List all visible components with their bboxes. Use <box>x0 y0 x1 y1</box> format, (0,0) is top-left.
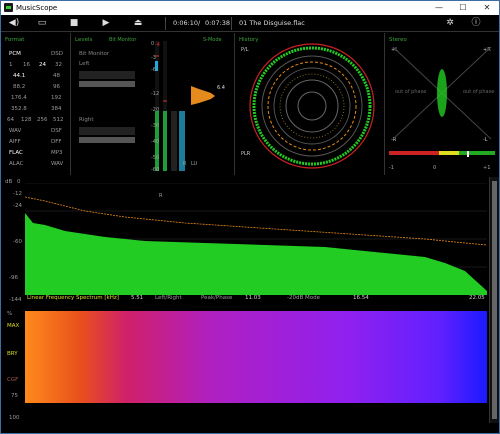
levels-title: Levels <box>75 37 93 43</box>
info-icon[interactable]: ⓘ <box>469 17 483 30</box>
stereo-panel: Stereo +L +R -R -L out of phase out of p… <box>389 37 495 171</box>
pcm-label: PCM <box>9 51 21 57</box>
spectrogram-chart <box>25 311 487 403</box>
minimize-button[interactable]: — <box>427 1 451 15</box>
app-window: MusicScope — ☐ ✕ ◀) ▭ ■ ▶ ⏏ 0:06:10 / 0:… <box>0 0 500 434</box>
spectrogram-panel: % MAX BRY CGF 75 100 <box>1 309 489 421</box>
bit-monitor <box>79 71 135 143</box>
phase-meter <box>389 151 495 157</box>
scrollbar-thumb[interactable] <box>492 181 497 419</box>
stop-icon[interactable]: ■ <box>67 17 81 30</box>
app-icon <box>4 3 13 12</box>
eject-icon[interactable]: ⏏ <box>131 17 145 30</box>
level-scale: 0 -3 -6 -12 -20 -30 -40 -50 -60 <box>151 41 160 173</box>
play-icon[interactable]: ▶ <box>99 17 113 30</box>
track-title: 01 The Disguise.flac <box>239 19 305 27</box>
window-title: MusicScope <box>16 4 58 12</box>
folder-icon[interactable]: ▭ <box>35 17 49 30</box>
spectrum-chart <box>25 183 487 295</box>
volume-icon[interactable]: ◀) <box>7 17 21 30</box>
format-title: Format <box>5 37 25 43</box>
spectrum-panel: dB 0 -12 -24 -60 -96 -144 Linear Frequen… <box>1 177 489 307</box>
levels-panel: Levels Bit Monitor Bit Monitor Left Righ… <box>71 33 235 199</box>
position-time: 0:06:10 <box>173 19 199 27</box>
gear-icon[interactable]: ✲ <box>443 17 457 30</box>
time-separator: / <box>198 19 201 27</box>
title-bar: MusicScope — ☐ ✕ <box>1 1 499 15</box>
close-button[interactable]: ✕ <box>475 1 499 15</box>
maximize-button[interactable]: ☐ <box>451 1 475 15</box>
toolbar: ◀) ▭ ■ ▶ ⏏ 0:06:10 / 0:07:38 01 The Disg… <box>1 15 499 32</box>
duration-time: 0:07:38 <box>205 19 231 27</box>
history-panel: History P/L PLR <box>235 33 385 175</box>
format-panel: Format PCM DSD 1 16 24 32 44.1 48 88.2 9… <box>1 33 71 175</box>
vertical-scrollbar[interactable] <box>489 177 499 423</box>
history-polar-chart <box>249 43 375 169</box>
stereo-vectorscope <box>392 46 492 140</box>
